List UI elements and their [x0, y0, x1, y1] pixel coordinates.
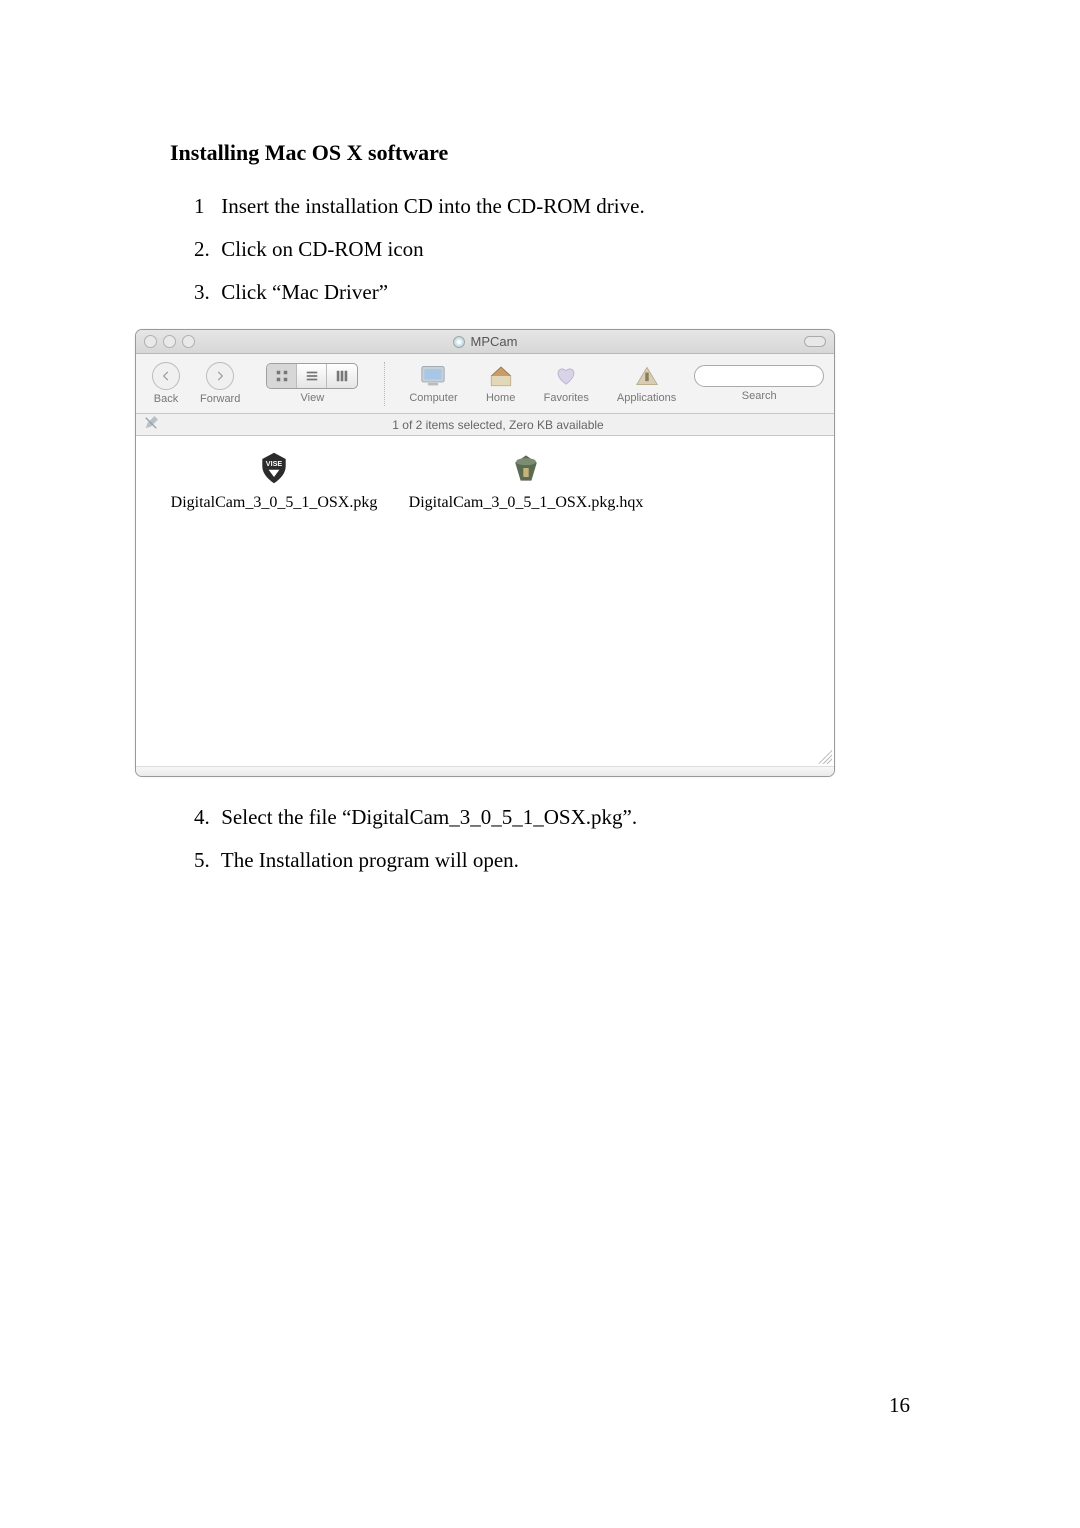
step-3: 3. Click “Mac Driver” [186, 280, 910, 305]
favorites-button[interactable]: Favorites [544, 363, 589, 404]
instructions-bottom: 4. Select the file “DigitalCam_3_0_5_1_O… [186, 805, 910, 873]
search-group: Search [694, 365, 824, 402]
finder-bottom-bar [136, 766, 834, 776]
back-button[interactable]: Back [152, 362, 180, 405]
finder-toolbar: Back Forward View [136, 354, 834, 414]
arrow-right-icon [206, 362, 234, 390]
section-heading: Installing Mac OS X software [170, 140, 910, 166]
step-1: 1 Insert the installation CD into the CD… [186, 194, 910, 219]
step-5: 5. The Installation program will open. [186, 848, 910, 873]
window-title: MPCam [136, 334, 834, 349]
finder-window: MPCam Back Forward [135, 329, 835, 777]
computer-button[interactable]: Computer [409, 363, 457, 404]
applications-button[interactable]: Applications [617, 363, 676, 404]
page-number: 16 [889, 1393, 910, 1418]
disc-icon [453, 336, 465, 348]
view-mode-segment[interactable] [266, 363, 358, 389]
status-text: 1 of 2 items selected, Zero KB available [170, 418, 826, 432]
finder-content[interactable]: VISE DigitalCam_3_0_5_1_OSX.pkg DigitalC… [136, 436, 834, 766]
list-view-icon[interactable] [297, 364, 327, 388]
toolbar-divider [384, 362, 385, 406]
heart-icon [551, 363, 581, 389]
resize-grip-icon[interactable] [818, 750, 832, 764]
applications-icon [632, 363, 662, 389]
home-icon [486, 363, 516, 389]
step-2: 2. Click on CD-ROM icon [186, 237, 910, 262]
svg-text:VISE: VISE [266, 459, 283, 468]
search-input[interactable] [694, 365, 824, 387]
finder-titlebar[interactable]: MPCam [136, 330, 834, 354]
archive-icon [508, 450, 544, 486]
readonly-pencil-icon [144, 416, 158, 433]
instructions-top: 1 Insert the installation CD into the CD… [186, 194, 910, 305]
column-view-icon[interactable] [327, 364, 357, 388]
file-item-pkg[interactable]: VISE DigitalCam_3_0_5_1_OSX.pkg [154, 450, 394, 512]
computer-icon [418, 363, 448, 389]
arrow-left-icon [152, 362, 180, 390]
vise-pkg-icon: VISE [256, 450, 292, 486]
file-item-hqx[interactable]: DigitalCam_3_0_5_1_OSX.pkg.hqx [406, 450, 646, 512]
file-label: DigitalCam_3_0_5_1_OSX.pkg [171, 494, 378, 512]
step-4: 4. Select the file “DigitalCam_3_0_5_1_O… [186, 805, 910, 830]
home-button[interactable]: Home [486, 363, 516, 404]
icon-view-icon[interactable] [267, 364, 297, 388]
finder-statusbar: 1 of 2 items selected, Zero KB available [136, 414, 834, 436]
file-label: DigitalCam_3_0_5_1_OSX.pkg.hqx [409, 494, 644, 512]
forward-button[interactable]: Forward [200, 362, 240, 405]
